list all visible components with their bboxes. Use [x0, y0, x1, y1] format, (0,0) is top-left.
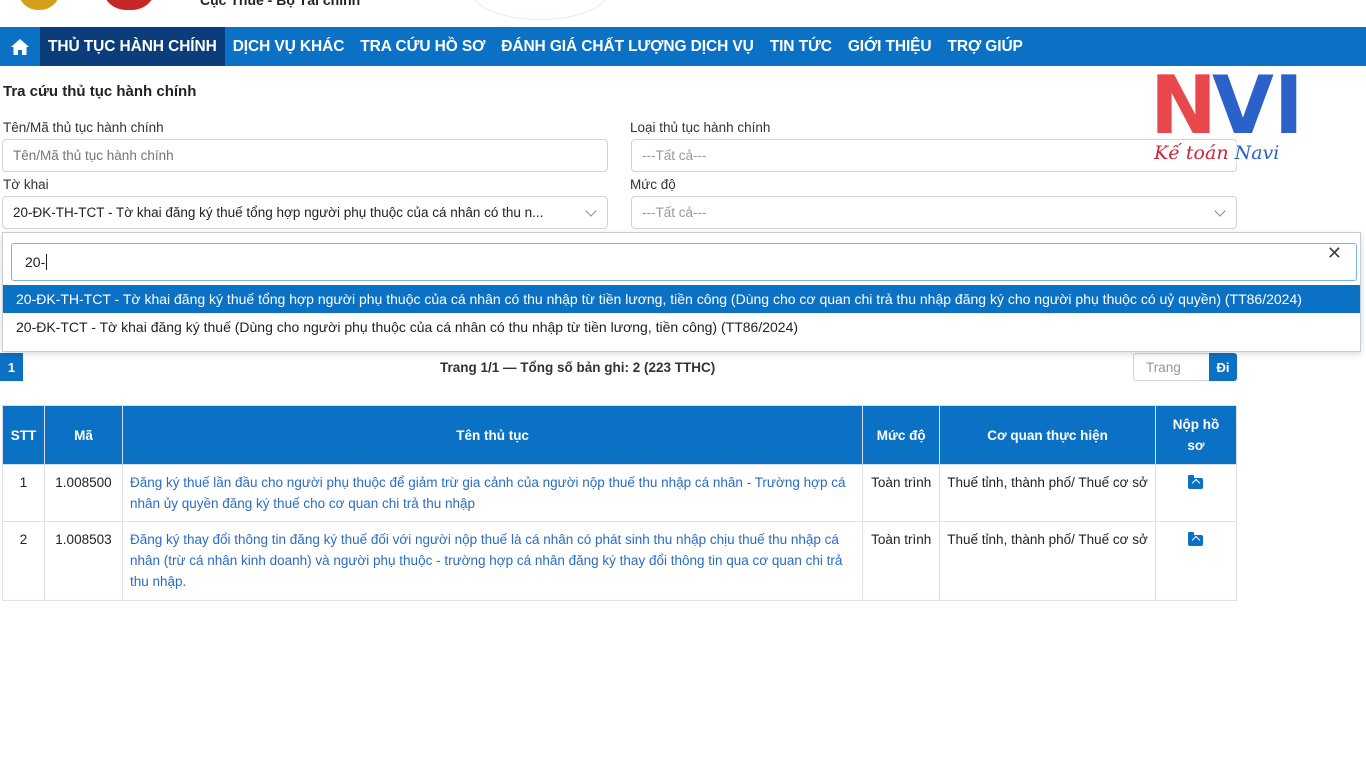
- text-caret: [46, 254, 48, 270]
- home-icon[interactable]: [0, 27, 40, 66]
- type-label: Loại thủ tục hành chính: [630, 120, 771, 135]
- page-number-input[interactable]: Trang: [1133, 353, 1209, 381]
- watermark-letter-n: N: [1150, 59, 1217, 152]
- watermark-sub-a: Kế toán: [1154, 142, 1235, 164]
- page-title: Tra cứu thủ tục hành chính: [3, 83, 197, 100]
- watermark-letters-vi: VI: [1212, 59, 1304, 152]
- type-select[interactable]: ---Tất cả---: [631, 139, 1237, 172]
- pagination-info: Trang 1/1 — Tổng số bản ghi: 2 (223 TTHC…: [440, 360, 716, 375]
- chevron-down-icon: [1214, 205, 1226, 217]
- col-submit-label: Nộp hồ sơ: [1172, 417, 1220, 453]
- col-agency: Cơ quan thực hiện: [939, 405, 1156, 465]
- col-level: Mức độ: [862, 405, 941, 465]
- watermark-sub-b: Navi: [1234, 142, 1280, 164]
- form-dropdown-panel: 20- ✕ 20-ĐK-TH-TCT - Tờ khai đăng ký thu…: [2, 232, 1361, 352]
- level-select-value: ---Tất cả---: [642, 205, 707, 220]
- navi-watermark: N VI Kế toán Navi: [1150, 66, 1304, 167]
- col-stt: STT: [2, 405, 45, 465]
- results-table: STT Mã Tên thủ tục Mức độ Cơ quan thực h…: [2, 405, 1238, 601]
- header-decoration: [470, 0, 610, 20]
- nav-item-tra-cuu-ho-so[interactable]: TRA CỨU HỒ SƠ: [352, 27, 493, 66]
- row-submit: [1154, 464, 1238, 522]
- row-stt: 2: [2, 521, 45, 601]
- dropdown-search-input[interactable]: 20-: [11, 243, 1357, 281]
- nav-item-thu-tuc-hanh-chinh[interactable]: THỦ TỤC HÀNH CHÍNH: [40, 27, 225, 66]
- page-1-button[interactable]: 1: [0, 353, 23, 381]
- nav-item-dich-vu-khac[interactable]: DỊCH VỤ KHÁC: [225, 27, 353, 66]
- upload-folder-icon[interactable]: [1188, 475, 1204, 489]
- table-row: 1 1.008500 Đăng ký thuế lần đầu cho ngườ…: [2, 464, 1238, 522]
- row-level: Toàn trình: [862, 521, 941, 601]
- level-select[interactable]: ---Tất cả---: [631, 196, 1237, 229]
- close-icon[interactable]: ✕: [1327, 243, 1342, 264]
- col-code: Mã: [43, 405, 123, 465]
- org-name: Cục Thuế - Bộ Tài chính: [200, 0, 361, 8]
- table-header-row: STT Mã Tên thủ tục Mức độ Cơ quan thực h…: [2, 405, 1238, 465]
- col-name: Tên thủ tục: [121, 405, 864, 465]
- row-code: 1.008503: [43, 521, 123, 601]
- nav-item-gioi-thieu[interactable]: GIỚI THIỆU: [840, 27, 940, 66]
- name-search-input[interactable]: [2, 139, 608, 172]
- tax-logo: [102, 0, 156, 10]
- nav-item-tro-giup[interactable]: TRỢ GIÚP: [940, 27, 1031, 66]
- row-agency: Thuế tỉnh, thành phố/ Thuế cơ sở: [939, 464, 1156, 522]
- upload-folder-icon[interactable]: [1188, 532, 1204, 546]
- name-label: Tên/Mã thủ tục hành chính: [3, 120, 164, 135]
- dropdown-option-20-dk-tct[interactable]: 20-ĐK-TCT - Tờ khai đăng ký thuế (Dùng c…: [3, 313, 1360, 341]
- row-stt: 1: [2, 464, 45, 522]
- nav-item-danh-gia[interactable]: ĐÁNH GIÁ CHẤT LƯỢNG DỊCH VỤ: [493, 27, 761, 66]
- level-label: Mức độ: [630, 177, 676, 192]
- emblem-logo: [18, 0, 60, 10]
- procedure-link[interactable]: Đăng ký thay đổi thông tin đăng ký thuế …: [121, 521, 864, 601]
- nav-item-tin-tuc[interactable]: TIN TỨC: [762, 27, 840, 66]
- chevron-down-icon: [585, 205, 597, 217]
- row-agency: Thuế tỉnh, thành phố/ Thuế cơ sở: [939, 521, 1156, 601]
- watermark-subtitle: Kế toán Navi: [1154, 142, 1280, 164]
- table-row: 2 1.008503 Đăng ký thay đổi thông tin đă…: [2, 521, 1238, 601]
- dropdown-search-value: 20-: [25, 254, 46, 270]
- row-level: Toàn trình: [862, 464, 941, 522]
- row-code: 1.008500: [43, 464, 123, 522]
- go-button[interactable]: Đi: [1209, 353, 1237, 381]
- form-label: Tờ khai: [3, 177, 49, 192]
- form-select-value: 20-ĐK-TH-TCT - Tờ khai đăng ký thuế tổng…: [13, 205, 544, 220]
- type-select-value: ---Tất cả---: [642, 148, 707, 163]
- procedure-link[interactable]: Đăng ký thuế lần đầu cho người phụ thuộc…: [121, 464, 864, 522]
- col-submit: Nộp hồ sơ: [1154, 405, 1238, 465]
- dropdown-option-20-dk-th-tct[interactable]: 20-ĐK-TH-TCT - Tờ khai đăng ký thuế tổng…: [3, 285, 1360, 313]
- site-header: Cục Thuế - Bộ Tài chính: [0, 0, 1366, 27]
- form-select[interactable]: 20-ĐK-TH-TCT - Tờ khai đăng ký thuế tổng…: [2, 196, 608, 229]
- row-submit: [1154, 521, 1238, 601]
